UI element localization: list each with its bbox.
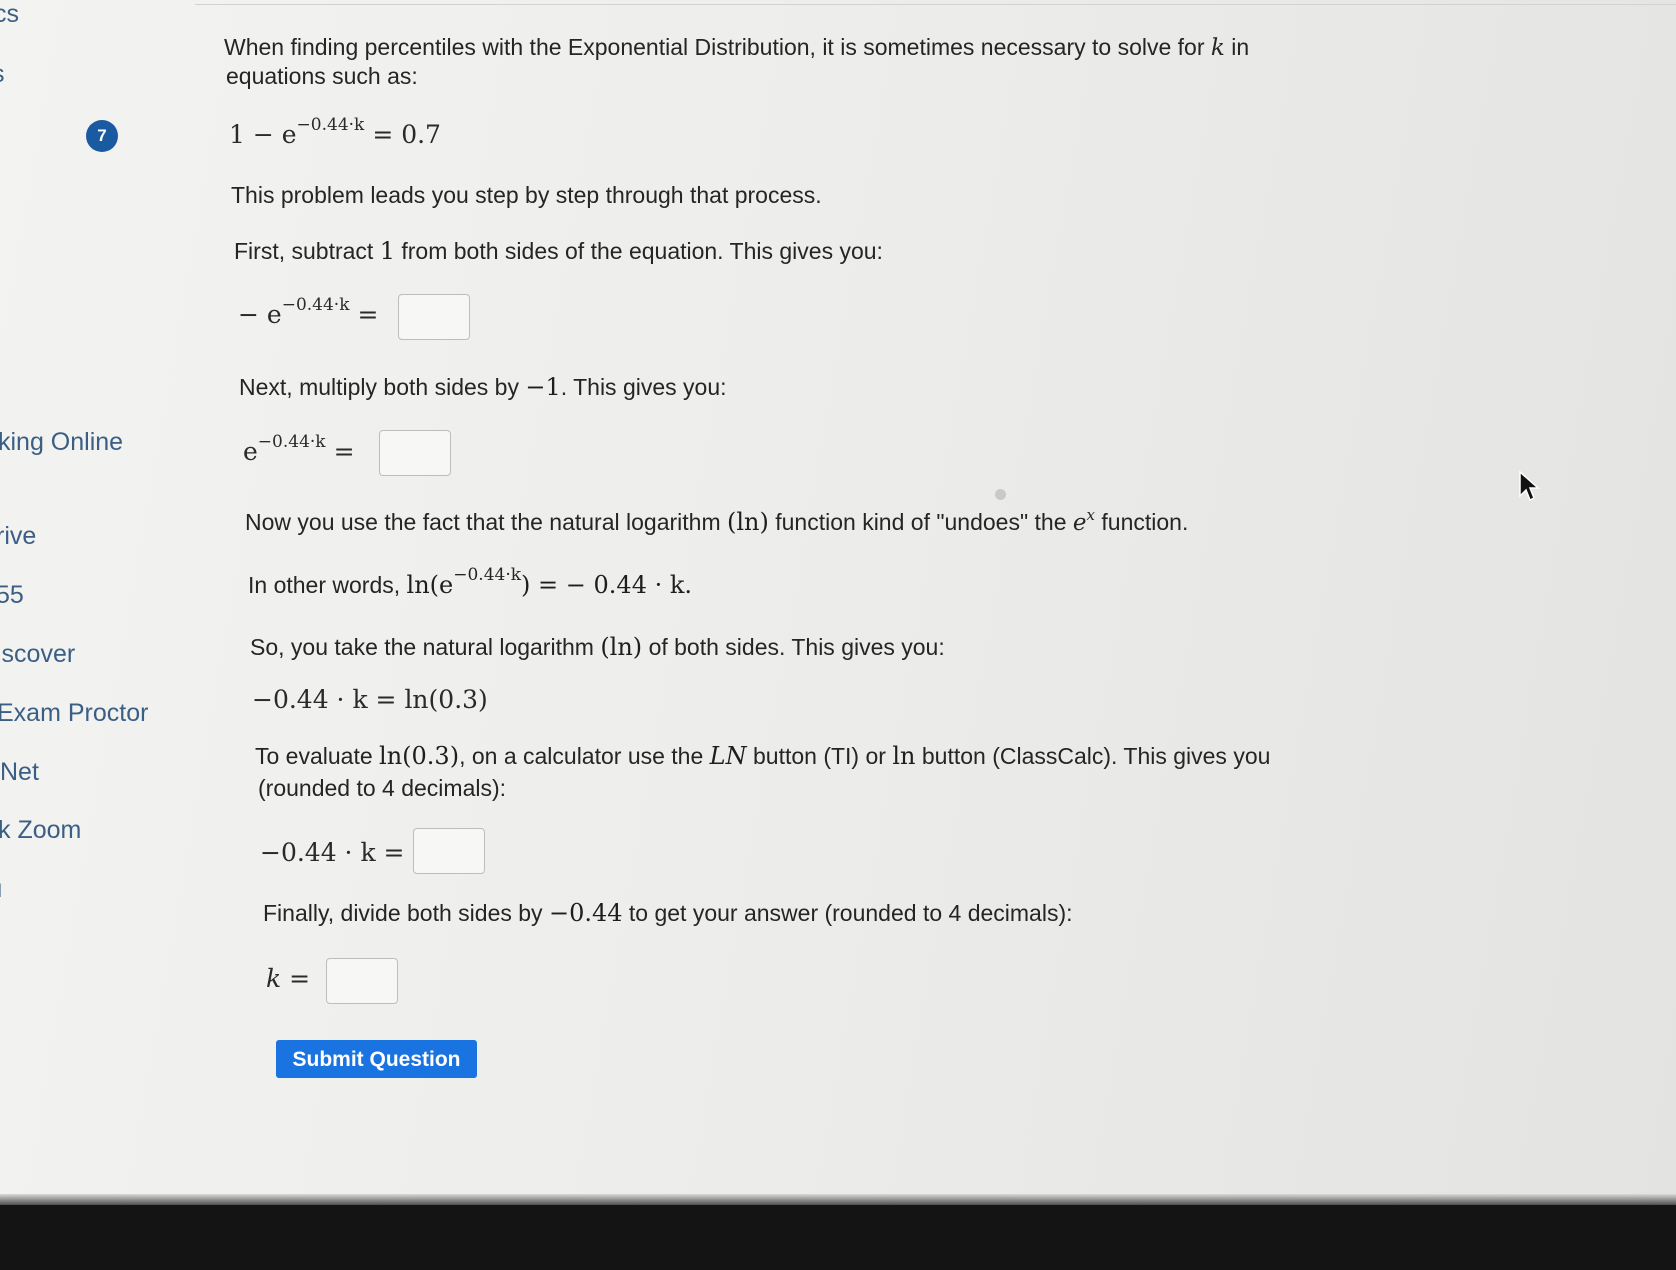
intro-line-1: When finding percentiles with the Expone… bbox=[224, 32, 1249, 63]
step1-number: 1 bbox=[379, 237, 395, 265]
other-words-ln: ln(e bbox=[406, 571, 454, 599]
step5-text-a: To evaluate bbox=[255, 743, 373, 769]
step4-ln: (ln) bbox=[600, 633, 643, 661]
submit-question-button[interactable]: Submit Question bbox=[276, 1040, 477, 1078]
step3-text: Now you use the fact that the natural lo… bbox=[245, 506, 1189, 540]
intro-text-end: in bbox=[1231, 34, 1250, 60]
step6-text-a: Finally, divide both sides by bbox=[263, 900, 543, 926]
step5-ln-value: ln(0.3) bbox=[379, 742, 460, 770]
step5-text: To evaluate ln(0.3), on a calculator use… bbox=[255, 741, 1270, 771]
step6-equation: k = bbox=[266, 964, 311, 993]
step1-equation: − e−0.44·k = bbox=[238, 295, 379, 329]
step4-text: So, you take the natural logarithm (ln) … bbox=[250, 632, 945, 662]
step2-equation: e−0.44·k = bbox=[243, 432, 355, 466]
sidebar-item-365[interactable]: 55 bbox=[0, 581, 24, 610]
step2-equation-lhs: e bbox=[243, 437, 258, 466]
sidebar-item-label: king Online bbox=[0, 428, 124, 456]
step3-ln: (ln) bbox=[727, 508, 769, 536]
sidebar-item-1[interactable]: cs bbox=[0, 0, 19, 29]
other-words-exponent: −0.44·k bbox=[453, 565, 522, 585]
intro-variable: k bbox=[1210, 35, 1225, 61]
sidebar-item-discover[interactable]: iscover bbox=[0, 640, 75, 669]
step1-text: First, subtract 1 from both sides of the… bbox=[234, 236, 883, 266]
intro-line-2: equations such as: bbox=[226, 63, 418, 89]
step4-text-b: of both sides. This gives you: bbox=[648, 634, 945, 660]
sidebar-item-net[interactable]: Net bbox=[0, 758, 39, 787]
step5-ln: ln bbox=[892, 742, 916, 770]
step4-text-a: So, you take the natural logarithm bbox=[250, 634, 594, 660]
screen: cs s king Online rive 55 iscover Exam Pr… bbox=[0, 0, 1676, 1205]
step3-text-b: function kind of "undoes" the bbox=[775, 509, 1067, 535]
other-words-line: In other words, ln(e−0.44·k) = − 0.44 · … bbox=[248, 565, 693, 603]
step1-equation-lhs: − e bbox=[238, 300, 282, 329]
step1-equation-rhs: = bbox=[357, 300, 379, 329]
sidebar-item-label: rive bbox=[0, 522, 37, 550]
step6-number: −0.44 bbox=[548, 899, 623, 927]
question-number-badge: 7 bbox=[86, 120, 118, 152]
sidebar-item-exam-proctor[interactable]: Exam Proctor bbox=[0, 699, 148, 728]
step5-text-d: button (ClassCalc). This gives you bbox=[921, 743, 1271, 769]
other-words-text: In other words, bbox=[248, 572, 401, 598]
sidebar-item-label: Exam Proctor bbox=[0, 699, 149, 727]
step5-text-b: , on a calculator use the bbox=[459, 743, 704, 769]
other-words-rhs: = − 0.44 · k. bbox=[530, 571, 693, 599]
step6-text-b: to get your answer (rounded to 4 decimal… bbox=[628, 900, 1073, 926]
step5-equation: −0.44 · k = bbox=[260, 838, 405, 867]
step2-text: Next, multiply both sides by −1. This gi… bbox=[239, 372, 727, 402]
step5-line-2: (rounded to 4 decimals): bbox=[258, 775, 507, 801]
step1-text-b: from both sides of the equation. This gi… bbox=[401, 238, 883, 264]
sidebar-item-label: iscover bbox=[0, 640, 76, 668]
sidebar-item-label: cs bbox=[0, 0, 19, 28]
step3-text-c: function. bbox=[1101, 509, 1189, 535]
screen-speck bbox=[995, 489, 1006, 500]
sidebar-item-label: Net bbox=[0, 758, 39, 786]
sidebar-item-label: k Zoom bbox=[0, 816, 82, 844]
answer-input-4[interactable] bbox=[326, 958, 398, 1004]
answer-input-2[interactable] bbox=[379, 430, 451, 476]
step1-equation-exponent: −0.44·k bbox=[281, 295, 350, 315]
step4-equation: −0.44 · k = ln(0.3) bbox=[252, 685, 488, 714]
main-equation-lhs: 1 − e bbox=[229, 120, 297, 149]
intro-text: When finding percentiles with the Expone… bbox=[224, 34, 1205, 60]
step3-e: e bbox=[1072, 510, 1087, 536]
sidebar-item-10[interactable]: ı bbox=[0, 875, 3, 904]
step5-LN: LN bbox=[709, 742, 747, 770]
sidebar-item-label: ı bbox=[0, 875, 3, 904]
step2-number: −1 bbox=[525, 373, 561, 401]
step2-text-a: Next, multiply both sides by bbox=[239, 374, 519, 400]
step5-text-c: button (TI) or bbox=[753, 743, 886, 769]
monitor-bezel bbox=[0, 1205, 1676, 1270]
step3-e-exponent: x bbox=[1086, 506, 1095, 524]
step3-text-a: Now you use the fact that the natural lo… bbox=[245, 509, 721, 535]
step2-text-b: . This gives you: bbox=[560, 374, 727, 400]
step2-equation-exponent: −0.44·k bbox=[257, 432, 326, 452]
step2-equation-rhs: = bbox=[333, 437, 355, 466]
sidebar-item-zoom[interactable]: k Zoom bbox=[0, 816, 81, 845]
sidebar-item-label: 55 bbox=[0, 581, 24, 609]
content-divider bbox=[195, 4, 1676, 5]
sidebar-item-drive[interactable]: rive bbox=[0, 522, 36, 551]
step6-text: Finally, divide both sides by −0.44 to g… bbox=[263, 898, 1073, 928]
sidebar-item-working-online[interactable]: king Online bbox=[0, 428, 123, 457]
sidebar-item-2[interactable]: s bbox=[0, 60, 5, 89]
sidebar-item-label: s bbox=[0, 60, 5, 89]
answer-input-1[interactable] bbox=[398, 294, 470, 340]
process-text: This problem leads you step by step thro… bbox=[231, 182, 822, 208]
step1-text-a: First, subtract bbox=[234, 238, 374, 264]
answer-input-3[interactable] bbox=[413, 828, 485, 874]
mouse-cursor-icon bbox=[1519, 470, 1540, 502]
main-equation-exponent: −0.44·k bbox=[296, 115, 365, 135]
main-equation-rhs: = 0.7 bbox=[372, 120, 441, 149]
main-equation: 1 − e−0.44·k = 0.7 bbox=[229, 115, 441, 149]
